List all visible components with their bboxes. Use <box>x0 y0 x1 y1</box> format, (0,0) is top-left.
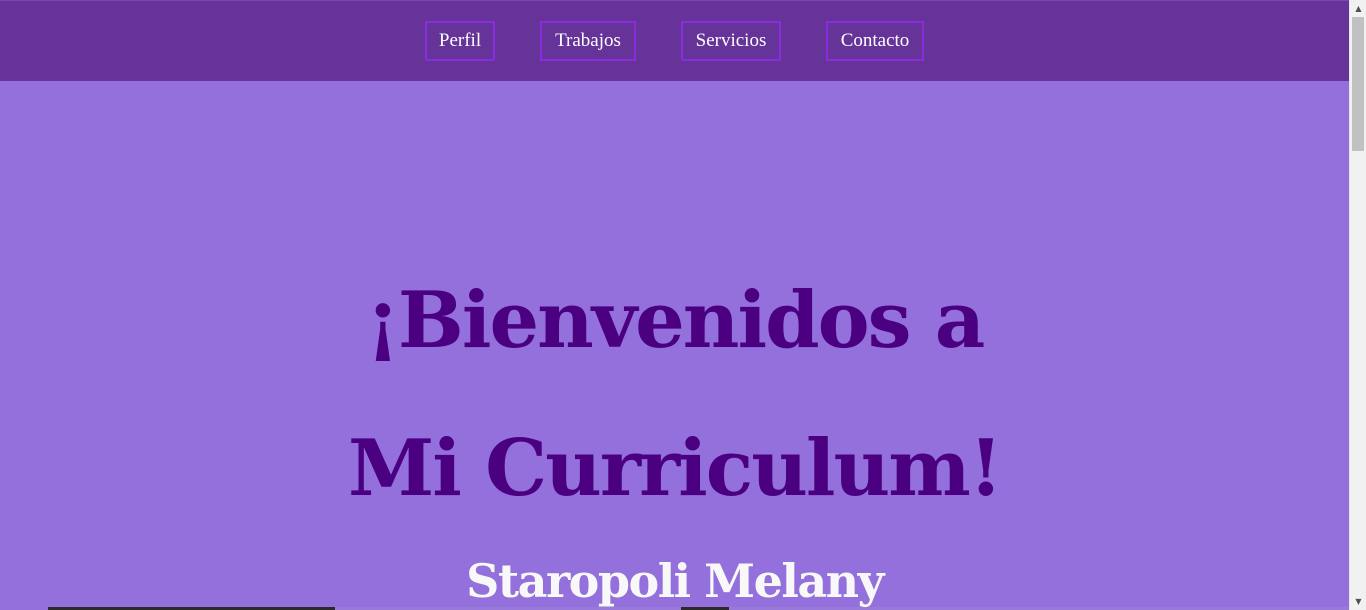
browser-viewport: Perfil Trabajos Servicios Contacto ¡Bien… <box>0 0 1366 610</box>
page: Perfil Trabajos Servicios Contacto ¡Bien… <box>0 0 1349 610</box>
hero-title-line-1: ¡Bienvenidos a <box>365 275 986 367</box>
chevron-up-icon[interactable]: ▲ <box>1350 0 1366 17</box>
nav-contacto-button[interactable]: Contacto <box>826 21 924 61</box>
nav-servicios-button[interactable]: Servicios <box>681 21 781 61</box>
vertical-scrollbar[interactable]: ▲ ▼ <box>1349 0 1366 610</box>
scrollbar-thumb[interactable] <box>1352 17 1364 151</box>
nav-perfil-button[interactable]: Perfil <box>425 21 495 61</box>
chevron-down-icon[interactable]: ▼ <box>1350 593 1366 610</box>
nav-trabajos-button[interactable]: Trabajos <box>540 21 636 61</box>
navbar: Perfil Trabajos Servicios Contacto <box>0 0 1349 81</box>
hero-subtitle-name: Staropoli Melany <box>466 554 884 609</box>
hero-title-line-2: Mi Curriculum! <box>347 423 1003 515</box>
